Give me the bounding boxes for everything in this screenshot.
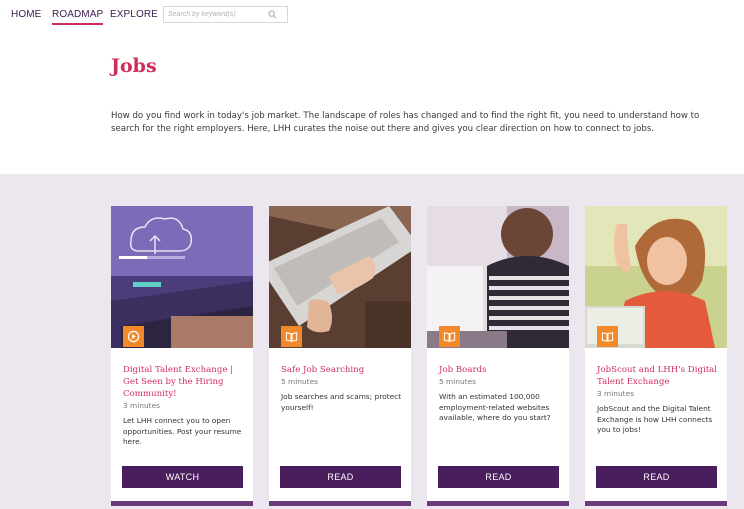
nav-explore[interactable]: EXPLORE — [110, 9, 158, 20]
card-duration: 5 minutes — [439, 377, 476, 386]
watch-button[interactable]: WATCH — [122, 466, 243, 488]
book-open-icon — [601, 332, 614, 342]
cards-section: Digital Talent Exchange | Get Seen by th… — [0, 174, 744, 509]
nav-roadmap[interactable]: ROADMAP — [52, 9, 104, 25]
page-title: Jobs — [111, 55, 157, 77]
card-description: Let LHH connect you to open opportunitie… — [123, 416, 242, 446]
card-badge — [439, 326, 460, 347]
card-title[interactable]: Job Boards — [439, 364, 563, 376]
search-box — [163, 6, 288, 23]
content-card[interactable]: Job Boards 5 minutes With an estimated 1… — [427, 206, 569, 506]
card-description: JobScout and the Digital Talent Exchange… — [597, 404, 713, 434]
content-card[interactable]: Digital Talent Exchange | Get Seen by th… — [111, 206, 253, 506]
card-bottom-bar — [111, 501, 253, 506]
read-button[interactable]: READ — [280, 466, 401, 488]
content-card[interactable]: Safe Job Searching 5 minutes Job searche… — [269, 206, 411, 506]
search-icon[interactable] — [268, 10, 277, 19]
content-card[interactable]: JobScout and LHH's Digital Talent Exchan… — [585, 206, 727, 506]
read-button[interactable]: READ — [438, 466, 559, 488]
card-duration: 3 minutes — [597, 389, 634, 398]
read-button[interactable]: READ — [596, 466, 717, 488]
play-circle-icon — [127, 330, 140, 343]
book-open-icon — [285, 332, 298, 342]
nav-home[interactable]: HOME — [11, 9, 41, 20]
card-title[interactable]: Safe Job Searching — [281, 364, 405, 376]
card-title[interactable]: JobScout and LHH's Digital Talent Exchan… — [597, 364, 721, 388]
card-duration: 3 minutes — [123, 401, 160, 410]
card-duration: 5 minutes — [281, 377, 318, 386]
book-open-icon — [443, 332, 456, 342]
card-description: With an estimated 100,000 employment-rel… — [439, 392, 551, 422]
search-input[interactable] — [168, 8, 268, 21]
card-description: Job searches and scams; protect yourself… — [281, 392, 402, 412]
card-badge — [597, 326, 618, 347]
card-badge — [123, 326, 144, 347]
card-title[interactable]: Digital Talent Exchange | Get Seen by th… — [123, 364, 247, 400]
card-bottom-bar — [585, 501, 727, 506]
card-bottom-bar — [427, 501, 569, 506]
card-bottom-bar — [269, 501, 411, 506]
intro-text: How do you find work in today's job mark… — [111, 111, 700, 134]
card-badge — [281, 326, 302, 347]
top-nav: HOME ROADMAP EXPLORE — [0, 0, 744, 32]
